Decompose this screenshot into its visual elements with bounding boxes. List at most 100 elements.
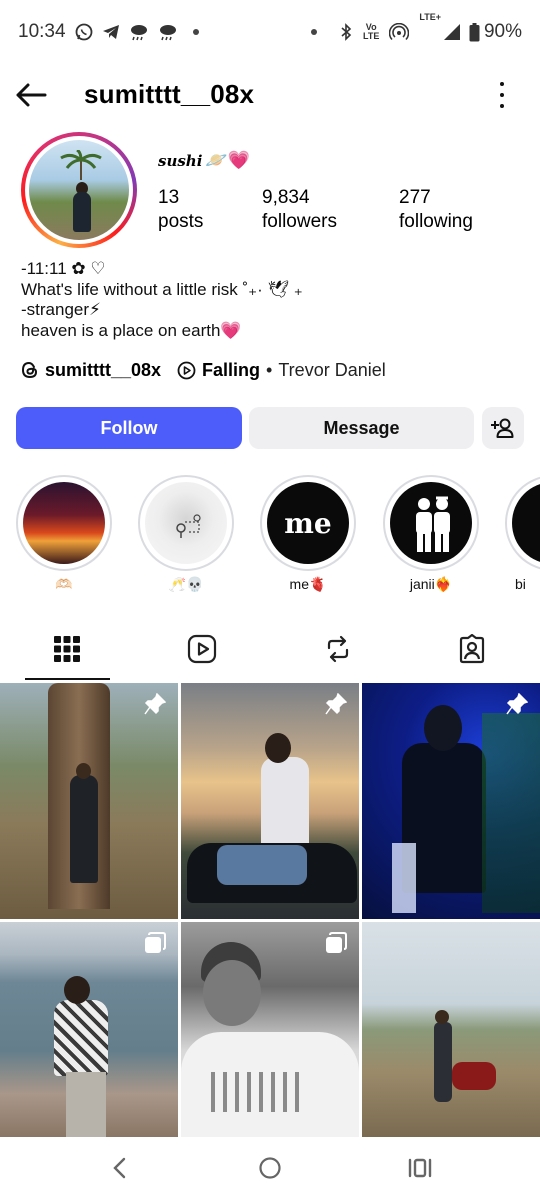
tab-tagged[interactable] — [430, 628, 514, 670]
tab-grid[interactable] — [25, 628, 109, 670]
status-bar: 10:34 Vo LTE LTE+ 90% — [0, 0, 540, 64]
threads-icon — [21, 361, 38, 379]
notification-dot-icon — [192, 29, 199, 35]
highlight-cover — [512, 482, 540, 564]
hotspot-icon — [389, 23, 410, 41]
system-navigation-bar — [0, 1138, 540, 1200]
display-name-emoji: 🪐💗 — [205, 150, 251, 171]
tab-reposts[interactable] — [296, 628, 380, 670]
add-person-icon — [491, 418, 514, 438]
repost-icon — [327, 635, 349, 663]
highlight-label: janii❤️‍🔥 — [409, 576, 453, 592]
more-options-button[interactable] — [494, 82, 510, 108]
clock: 10:34 — [18, 21, 66, 42]
pin-icon — [144, 693, 166, 715]
highlight-label: bi — [515, 576, 526, 592]
bio-line: heaven is a place on earth💗 — [21, 320, 242, 340]
arrow-left-icon — [16, 83, 47, 107]
profile-bio: -11:11 ✿ ♡ What's life without a little … — [21, 259, 303, 341]
reels-icon — [187, 634, 217, 664]
post-thumbnail[interactable] — [0, 922, 178, 1137]
music-separator: • — [266, 359, 273, 380]
bio-line: What's life without a little risk ˚₊· 🕊 … — [21, 279, 303, 299]
highlight-cover — [23, 482, 105, 564]
weather-rain-icon — [129, 23, 149, 41]
posts-grid — [0, 683, 540, 1138]
profile-avatar[interactable] — [21, 132, 137, 248]
highlight-cover-text: me — [284, 506, 332, 540]
system-back-button[interactable] — [97, 1152, 141, 1184]
weather-rain-icon — [158, 23, 178, 41]
pin-icon — [506, 693, 528, 715]
music-link[interactable]: Falling • Trevor Daniel — [177, 360, 386, 381]
profile-username: sumitttt__08x — [84, 79, 255, 109]
stat-label: posts — [158, 211, 204, 232]
volte-icon: Vo LTE — [363, 23, 379, 41]
post-thumbnail[interactable] — [362, 922, 540, 1137]
battery-icon — [469, 22, 480, 42]
music-artist: Trevor Daniel — [278, 359, 386, 380]
tab-reels[interactable] — [160, 628, 244, 670]
highlight-cover — [145, 482, 227, 564]
bio-line: -11:11 ✿ ♡ — [21, 259, 106, 278]
post-thumbnail[interactable] — [181, 683, 359, 919]
bluetooth-icon — [339, 23, 353, 41]
network-type-label: LTE+ — [419, 12, 441, 22]
bio-line: -stranger⚡ — [21, 300, 101, 319]
stat-value: 9,834 — [262, 187, 310, 208]
stat-following[interactable]: 277 following — [399, 186, 473, 234]
highlight-cover — [390, 482, 472, 564]
display-name: sushi 🪐💗 — [158, 150, 250, 171]
carousel-icon — [325, 932, 347, 954]
post-thumbnail[interactable] — [362, 683, 540, 919]
profile-links: sumitttt__08x Falling • Trevor Daniel — [21, 359, 386, 381]
grid-icon — [54, 636, 80, 662]
display-name-text: sushi — [158, 151, 203, 170]
notification-dot-icon — [311, 29, 318, 35]
dot — [500, 104, 504, 108]
highlight-item[interactable]: janii❤️‍🔥 — [383, 475, 479, 594]
follow-button[interactable]: Follow — [16, 407, 242, 449]
stat-value: 13 — [158, 187, 180, 208]
active-tab-indicator — [25, 678, 110, 680]
highlight-item[interactable]: 🫶🏻 — [16, 475, 112, 594]
avatar-image — [29, 140, 129, 240]
post-thumbnail[interactable] — [0, 683, 178, 919]
message-button[interactable]: Message — [249, 407, 474, 449]
dot — [500, 82, 504, 86]
battery-percent: 90% — [483, 21, 522, 42]
telegram-icon — [102, 24, 120, 40]
carousel-icon — [144, 932, 166, 954]
tagged-icon — [459, 634, 485, 664]
play-circle-icon — [177, 361, 196, 379]
post-thumbnail[interactable] — [181, 922, 359, 1137]
highlight-item[interactable]: me me🫀 — [260, 475, 356, 594]
threads-link[interactable]: sumitttt__08x — [21, 360, 161, 381]
recents-icon — [408, 1158, 432, 1178]
suggest-users-button[interactable] — [482, 407, 524, 449]
dot — [500, 93, 504, 97]
music-title: Falling — [202, 359, 261, 380]
highlight-item[interactable]: 🥂💀 — [138, 475, 234, 594]
signal-icon — [443, 23, 461, 41]
back-button[interactable] — [14, 80, 48, 110]
volte-label-bottom: LTE — [363, 31, 380, 41]
system-recents-button[interactable] — [398, 1152, 442, 1184]
threads-handle: sumitttt__08x — [45, 359, 162, 380]
highlight-label: me🫀 — [289, 576, 327, 592]
system-home-button[interactable] — [248, 1152, 292, 1184]
whatsapp-icon — [75, 23, 93, 41]
profile-header: sumitttt__08x — [0, 70, 540, 120]
highlight-item[interactable]: bi — [505, 475, 540, 594]
highlight-label: 🥂💀 — [168, 576, 204, 592]
stat-followers[interactable]: 9,834 followers — [262, 186, 337, 234]
pin-icon — [325, 693, 347, 715]
profile-tabs — [0, 620, 540, 680]
highlight-label: 🫶🏻 — [55, 576, 73, 592]
stat-value: 277 — [399, 187, 431, 208]
stat-label: followers — [262, 211, 337, 232]
highlight-cover: me — [267, 482, 349, 564]
stat-label: following — [399, 211, 473, 232]
stat-posts[interactable]: 13 posts — [158, 186, 203, 234]
chevron-left-icon — [113, 1157, 126, 1179]
